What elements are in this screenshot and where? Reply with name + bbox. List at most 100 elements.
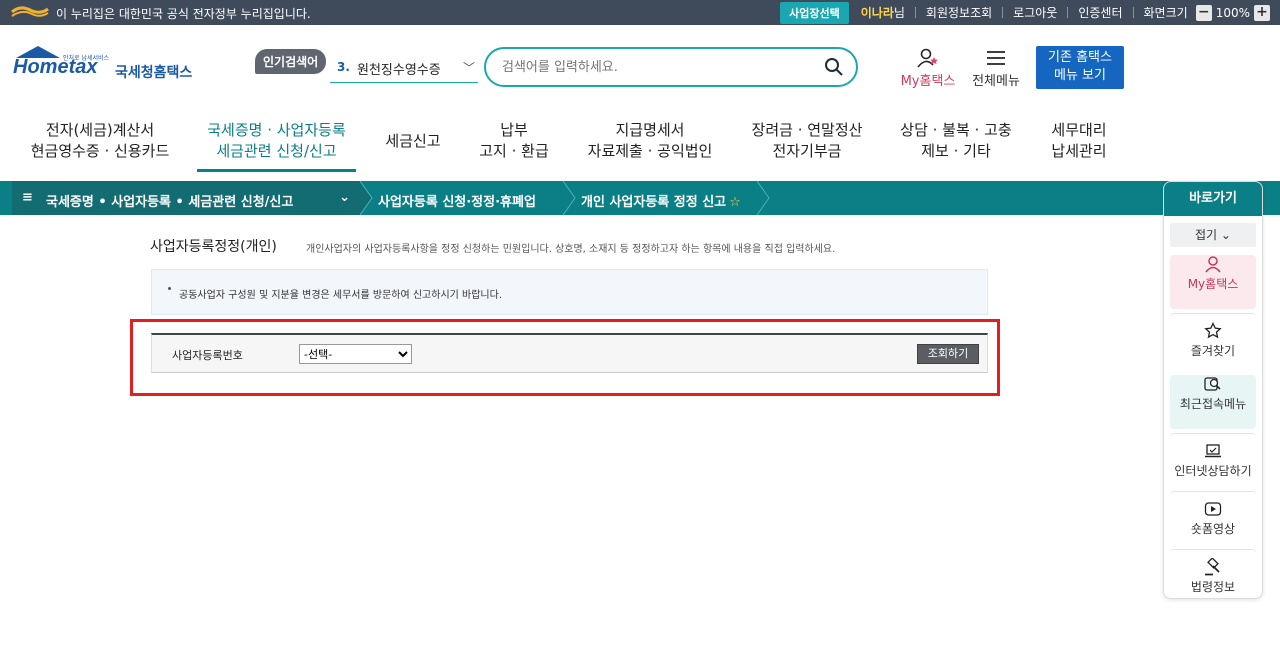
gnb-payment-statement[interactable]: 지급명세서 자료제출 · 공익법인: [585, 120, 715, 162]
search-input[interactable]: [502, 57, 802, 77]
my-hometax-button[interactable]: My홈택스: [896, 47, 960, 89]
lookup-button[interactable]: 조회하기: [917, 344, 979, 364]
chevron-down-icon: ⌄: [1217, 228, 1231, 242]
breadcrumb-separator-icon: [563, 181, 576, 215]
page-title: 사업자등록정정(개인): [150, 239, 277, 255]
bullet-icon: [168, 287, 171, 290]
breadcrumb-level1[interactable]: ≡ 국세증명 • 사업자등록 • 세금관련 신청/신고 ⌄: [12, 181, 360, 215]
logo-wordmark: Hometax: [13, 56, 98, 78]
quick-menu-panel: 바로가기 접기 ⌄ My홈택스 즐겨찾기 최근접속메뉴 인터넷상담하기 숏폼영상…: [1163, 181, 1263, 599]
gnb-line1: 상담 · 불복 · 고충: [900, 121, 1012, 139]
business-number-select[interactable]: -선택-: [299, 344, 412, 364]
certificate-center-link[interactable]: 인증센터: [1078, 4, 1122, 21]
play-icon: [1204, 502, 1222, 516]
breadcrumb-separator-icon: [757, 181, 770, 215]
quick-shortform-video[interactable]: 숏폼영상: [1170, 491, 1256, 545]
gnb-line2: 자료제출 · 공익법인: [587, 142, 713, 160]
quick-menu-title: 바로가기: [1164, 182, 1262, 216]
business-select-button[interactable]: 사업장선택: [780, 1, 849, 24]
gnb-line1: 세무대리: [1051, 121, 1107, 139]
quick-item-label: 즐겨찾기: [1190, 344, 1236, 358]
user-suffix: 님: [893, 6, 905, 20]
quick-law-info[interactable]: 법령정보: [1170, 549, 1256, 598]
hamburger-icon: [987, 51, 1005, 65]
gnb-line2: 전자기부금: [772, 142, 842, 160]
quick-my-hometax[interactable]: My홈택스: [1170, 255, 1256, 309]
popular-keyword: 원천징수영수증: [357, 63, 441, 78]
gnb-line2: 세금관련 신청/신고: [216, 142, 337, 160]
star-icon[interactable]: ☆: [729, 195, 741, 210]
quick-favorites[interactable]: 즐겨찾기: [1170, 313, 1256, 367]
gnb-incentive-yearend[interactable]: 장려금 · 연말정산 전자기부금: [748, 120, 866, 162]
quick-internet-consult[interactable]: 인터넷상담하기: [1170, 433, 1256, 487]
all-menu-button[interactable]: 전체메뉴: [968, 47, 1024, 89]
old-menu-line1: 기존 홈택스: [1048, 50, 1112, 65]
gnb-e-invoice[interactable]: 전자(세금)계산서 현금영수증 · 신용카드: [30, 120, 170, 162]
search-icon[interactable]: [824, 57, 844, 77]
breadcrumb: ≡ 국세증명 • 사업자등록 • 세금관련 신청/신고 ⌄ 사업자등록 신청·정…: [0, 181, 1280, 215]
gov-emblem-icon: [11, 6, 49, 17]
gnb-line2: 고지 · 환급: [479, 142, 549, 160]
zoom-out-button[interactable]: −: [1195, 4, 1212, 21]
quick-item-label: 최근접속메뉴: [1179, 397, 1247, 411]
page-description: 개인사업자의 사업자등록사항을 정정 신청하는 민원입니다. 상호명, 소재지 …: [306, 244, 836, 255]
quick-recent-menu[interactable]: 최근접속메뉴: [1170, 375, 1256, 429]
gov-banner: 이 누리집은 대한민국 공식 전자정부 누리집입니다. 사업장선택 이나라 님 회…: [0, 0, 1280, 25]
menu-icon: ≡: [22, 190, 33, 205]
hometax-logo[interactable]: 안처로 납세서비스 Hometax 국세청홈택스: [13, 46, 203, 90]
old-hometax-menu-button[interactable]: 기존 홈택스 메뉴 보기: [1036, 46, 1124, 89]
gnb-payment[interactable]: 납부 고지 · 환급: [474, 120, 554, 162]
my-hometax-label: My홈택스: [900, 74, 956, 89]
laptop-check-icon: [1205, 444, 1221, 458]
gnb-tax-filing[interactable]: 세금신고: [378, 131, 448, 152]
quick-item-label: My홈택스: [1187, 277, 1239, 291]
recent-search-icon: [1204, 377, 1221, 391]
all-menu-label: 전체메뉴: [972, 74, 1020, 89]
breadcrumb-level2[interactable]: 사업자등록 신청·정정·휴폐업: [378, 191, 536, 210]
popular-rank-number: 3.: [337, 60, 350, 74]
gnb-line1: 지급명세서: [615, 121, 685, 139]
user-icon: [1205, 256, 1221, 273]
notice-text: 공동사업자 구성원 및 지분율 변경은 세무서를 방문하여 신고하시기 바랍니다…: [179, 290, 503, 301]
fold-button[interactable]: 접기 ⌄: [1170, 223, 1256, 247]
notice-box: 공동사업자 구성원 및 지분율 변경은 세무서를 방문하여 신고하시기 바랍니다…: [151, 269, 988, 315]
lookup-form: 사업자등록번호 -선택- 조회하기: [151, 333, 988, 373]
gov-utility-links: 사업장선택 이나라 님 회원정보조회 로그아웃 인증센터 화면크기 − 100% …: [780, 0, 1270, 25]
popular-keyword-dropdown[interactable]: 3. 원천징수영수증 ﹀: [330, 57, 478, 83]
gov-notice-text: 이 누리집은 대한민국 공식 전자정부 누리집입니다.: [56, 7, 311, 21]
gavel-icon: [1205, 558, 1220, 576]
zoom-in-button[interactable]: +: [1254, 4, 1270, 21]
gnb-line1: 세금신고: [385, 132, 441, 150]
member-info-link[interactable]: 회원정보조회: [926, 4, 992, 21]
quick-item-label: 인터넷상담하기: [1174, 464, 1252, 478]
gnb-line1: 전자(세금)계산서: [45, 121, 155, 139]
zoom-value: 100%: [1215, 5, 1250, 20]
gnb-certificate-registration[interactable]: 국세증명 · 사업자등록 세금관련 신청/신고: [197, 120, 356, 172]
business-number-label: 사업자등록번호: [172, 349, 243, 362]
chevron-down-icon: ⌄: [339, 190, 350, 205]
user-name: 이나라: [860, 6, 894, 20]
gnb-line1: 장려금 · 연말정산: [751, 121, 863, 139]
old-menu-line2: 메뉴 보기: [1054, 68, 1106, 83]
gnb-line2: 제보 · 기타: [921, 142, 991, 160]
logout-link[interactable]: 로그아웃: [1013, 4, 1057, 21]
breadcrumb-level3[interactable]: 개인 사업자등록 정정 신고 ☆: [581, 191, 741, 210]
gnb-tax-agent[interactable]: 세무대리 납세관리: [1042, 120, 1116, 162]
screen-size-label: 화면크기: [1143, 6, 1188, 20]
header: 안처로 납세서비스 Hometax 국세청홈택스 인기검색어 3. 원천징수영수…: [0, 25, 1280, 110]
gnb-line1: 국세증명 · 사업자등록: [207, 121, 346, 139]
gnb-line2: 납세관리: [1051, 142, 1107, 160]
quick-item-label: 법령정보: [1190, 580, 1236, 594]
breadcrumb-separator-icon: [360, 181, 373, 215]
chevron-down-icon: ﹀: [462, 61, 475, 75]
breadcrumb-level1-label: 국세증명 • 사업자등록 • 세금관련 신청/신고: [46, 195, 294, 210]
gnb-consultation[interactable]: 상담 · 불복 · 고충 제보 · 기타: [895, 120, 1017, 162]
fold-label: 접기: [1195, 228, 1218, 242]
gnb-line2: 현금영수증 · 신용카드: [30, 142, 170, 160]
star-icon: [1204, 322, 1222, 339]
quick-item-label: 숏폼영상: [1190, 522, 1236, 536]
popular-search-tag: 인기검색어: [255, 49, 327, 74]
main-navigation: 전자(세금)계산서 현금영수증 · 신용카드 국세증명 · 사업자등록 세금관련…: [0, 110, 1280, 180]
user-star-icon: [917, 48, 938, 68]
logo-korean-name: 국세청홈택스: [115, 65, 193, 81]
